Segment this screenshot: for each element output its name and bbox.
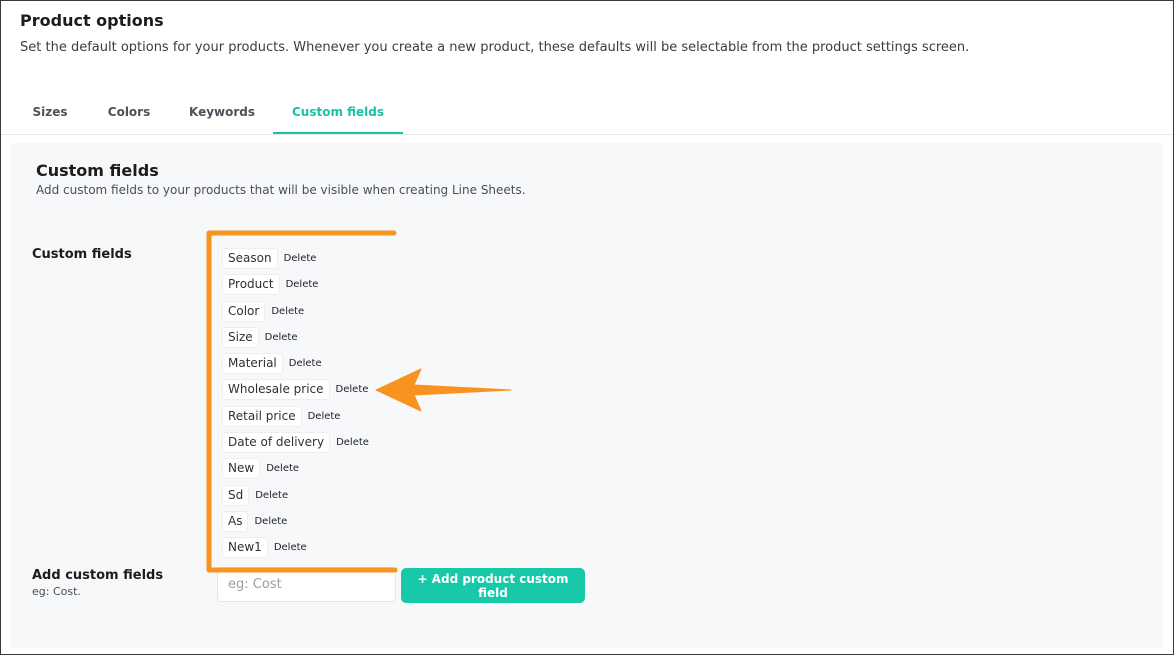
page-subtitle: Set the default options for your product…: [20, 40, 970, 55]
add-custom-fields-hint: eg: Cost.: [32, 585, 81, 598]
custom-field-chip: Color: [222, 300, 266, 322]
custom-field-row: Size Delete: [222, 326, 298, 348]
tab-colors[interactable]: Colors: [97, 97, 161, 134]
page-title: Product options: [20, 11, 164, 30]
tab-keywords[interactable]: Keywords: [177, 97, 267, 134]
custom-field-chip: Product: [222, 273, 280, 295]
custom-field-chip: Wholesale price: [222, 378, 330, 400]
custom-fields-label: Custom fields: [32, 247, 132, 262]
custom-field-row: Date of delivery Delete: [222, 431, 369, 453]
delete-field-button[interactable]: Delete: [254, 516, 287, 527]
delete-field-button[interactable]: Delete: [286, 279, 319, 290]
custom-field-row: As Delete: [222, 510, 287, 532]
custom-field-chip: Material: [222, 352, 283, 374]
tab-custom-fields[interactable]: Custom fields: [273, 97, 403, 134]
add-custom-fields-label: Add custom fields: [32, 568, 164, 583]
custom-field-row: New1 Delete: [222, 536, 307, 558]
custom-field-name-input[interactable]: [217, 567, 396, 602]
custom-field-chip: Size: [222, 326, 259, 348]
custom-field-row: Retail price Delete: [222, 405, 340, 427]
custom-field-chip: New: [222, 457, 261, 479]
app-window: Product options Set the default options …: [0, 0, 1174, 655]
custom-field-row: Material Delete: [222, 352, 322, 374]
custom-field-chip: As: [222, 510, 249, 532]
delete-field-button[interactable]: Delete: [336, 384, 369, 395]
delete-field-button[interactable]: Delete: [308, 411, 341, 422]
delete-field-button[interactable]: Delete: [265, 332, 298, 343]
tab-bar: Sizes Colors Keywords Custom fields: [1, 97, 1173, 135]
delete-field-button[interactable]: Delete: [336, 437, 369, 448]
delete-field-button[interactable]: Delete: [255, 490, 288, 501]
panel-subtitle: Add custom fields to your products that …: [36, 183, 526, 197]
custom-field-chip: Retail price: [222, 405, 302, 427]
custom-field-row: Color Delete: [222, 300, 304, 322]
custom-field-chip: Sd: [222, 484, 250, 506]
delete-field-button[interactable]: Delete: [284, 253, 317, 264]
add-product-custom-field-button[interactable]: + Add product custom field: [401, 568, 585, 603]
custom-field-row: Wholesale price Delete: [222, 378, 368, 400]
custom-field-chip: New1: [222, 536, 268, 558]
delete-field-button[interactable]: Delete: [266, 463, 299, 474]
panel-title: Custom fields: [36, 161, 159, 180]
delete-field-button[interactable]: Delete: [271, 306, 304, 317]
custom-field-row: Product Delete: [222, 273, 318, 295]
delete-field-button[interactable]: Delete: [289, 358, 322, 369]
tab-sizes[interactable]: Sizes: [19, 97, 81, 134]
custom-fields-panel: Custom fields Add custom fields to your …: [11, 143, 1163, 648]
custom-field-row: Season Delete: [222, 247, 316, 269]
delete-field-button[interactable]: Delete: [274, 542, 307, 553]
custom-field-chip: Date of delivery: [222, 431, 331, 453]
custom-field-row: New Delete: [222, 457, 299, 479]
custom-field-chip: Season: [222, 247, 278, 269]
custom-field-row: Sd Delete: [222, 484, 288, 506]
